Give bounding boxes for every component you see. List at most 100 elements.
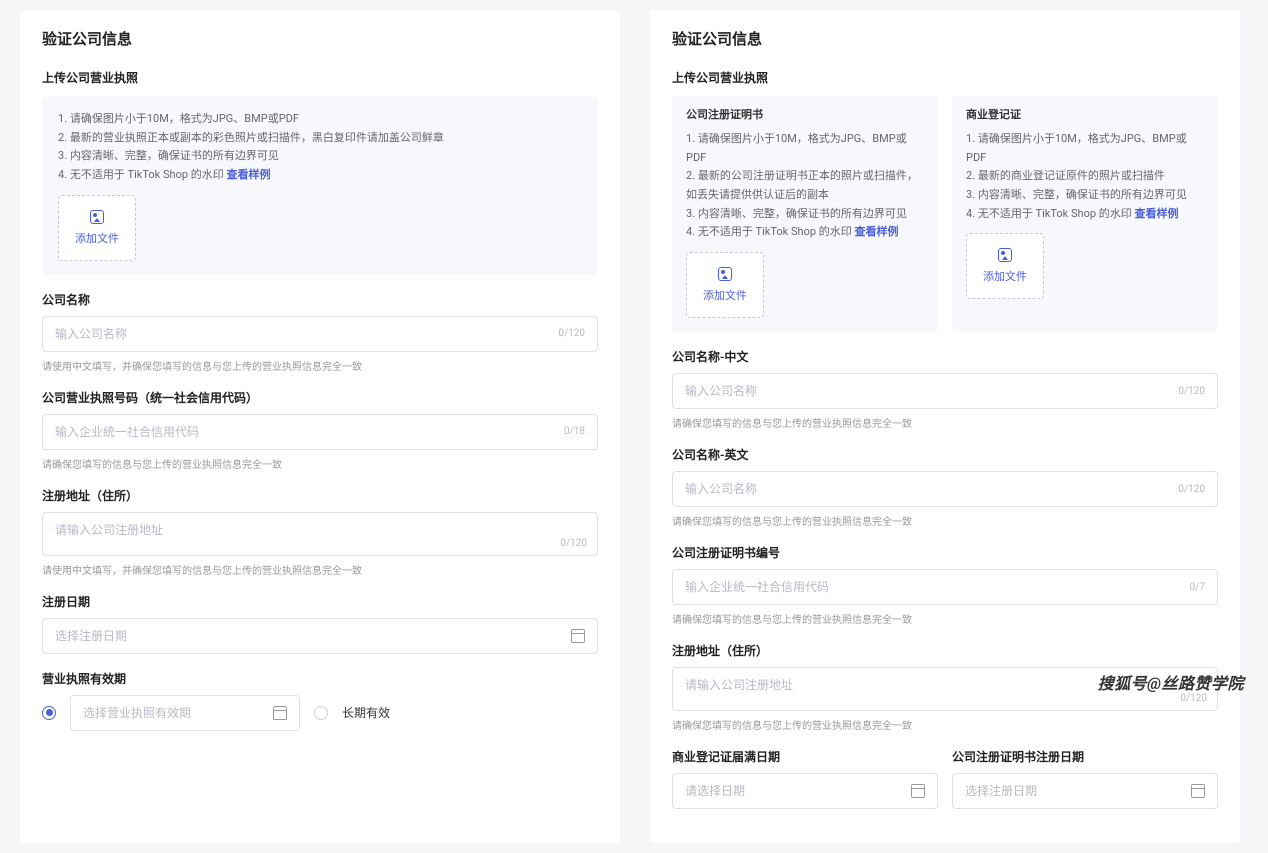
address-input-wrap[interactable]: 0/120 bbox=[42, 512, 598, 556]
upload-file-button[interactable]: 添加文件 bbox=[58, 195, 136, 261]
left-upload-title: 上传公司营业执照 bbox=[42, 69, 598, 86]
notice-item: 无不适用于 TikTok Shop 的水印 查看样例 bbox=[58, 166, 582, 185]
counter: 0/18 bbox=[564, 426, 585, 437]
license-code-field: 公司营业执照号码（统一社会信用代码） 0/18 请确保您填写的信息与您上传的营业… bbox=[42, 389, 598, 471]
counter: 0/120 bbox=[1178, 386, 1205, 397]
notice-item: 无不适用于 TikTok Shop 的水印 查看样例 bbox=[686, 223, 924, 242]
cert-box-title: 公司注册证明书 bbox=[686, 106, 924, 122]
company-name-cn-input-wrap[interactable]: 0/120 bbox=[672, 373, 1218, 409]
cert-reg-date-field: 公司注册证明书注册日期 bbox=[952, 748, 1218, 809]
biz-expiry-field: 商业登记证届满日期 bbox=[672, 748, 938, 809]
company-name-label: 公司名称 bbox=[42, 291, 598, 308]
company-name-cn-label: 公司名称-中文 bbox=[672, 348, 1218, 365]
cert-no-field: 公司注册证明书编号 0/7 请确保您填写的信息与您上传的营业执照信息完全一致 bbox=[672, 544, 1218, 626]
notice-item: 内容清晰、完整，确保证书的所有边界可见 bbox=[686, 205, 924, 224]
counter: 0/120 bbox=[558, 328, 585, 339]
cert-notice-box: 公司注册证明书 请确保图片小于10M，格式为JPG、BMP或PDF 最新的公司注… bbox=[672, 96, 938, 332]
counter: 0/120 bbox=[560, 538, 587, 549]
image-upload-icon bbox=[718, 267, 732, 281]
upload-file-button[interactable]: 添加文件 bbox=[686, 252, 764, 318]
notice-item: 最新的公司注册证明书正本的照片或扫描件，如丢失请提供供认证后的副本 bbox=[686, 167, 924, 204]
left-notice-list: 请确保图片小于10M，格式为JPG、BMP或PDF 最新的营业执照正本或副本的彩… bbox=[58, 110, 582, 185]
address-field: 注册地址（住所） 0/120 请使用中文填写，并确保您填写的信息与您上传的营业执… bbox=[42, 487, 598, 577]
reg-date-label: 注册日期 bbox=[42, 593, 598, 610]
company-name-input[interactable] bbox=[55, 327, 558, 341]
validity-date-input[interactable] bbox=[83, 706, 273, 720]
validity-permanent-label: 长期有效 bbox=[342, 704, 390, 721]
view-sample-link[interactable]: 查看样例 bbox=[1134, 207, 1178, 220]
cert-reg-date-input-wrap[interactable] bbox=[952, 773, 1218, 809]
validity-field: 营业执照有效期 长期有效 bbox=[42, 670, 598, 731]
right-panel: 验证公司信息 上传公司营业执照 公司注册证明书 请确保图片小于10M，格式为JP… bbox=[650, 10, 1240, 843]
right-upload-title: 上传公司营业执照 bbox=[672, 69, 1218, 86]
calendar-icon bbox=[911, 784, 925, 798]
left-panel: 验证公司信息 上传公司营业执照 请确保图片小于10M，格式为JPG、BMP或PD… bbox=[20, 10, 620, 843]
biz-expiry-input[interactable] bbox=[685, 784, 911, 798]
calendar-icon bbox=[571, 629, 585, 643]
left-title: 验证公司信息 bbox=[42, 28, 598, 49]
biz-notice-box: 商业登记证 请确保图片小于10M，格式为JPG、BMP或PDF 最新的商业登记证… bbox=[952, 96, 1218, 332]
upload-file-button[interactable]: 添加文件 bbox=[966, 233, 1044, 299]
reg-date-input[interactable] bbox=[55, 629, 571, 643]
notice-item: 请确保图片小于10M，格式为JPG、BMP或PDF bbox=[58, 110, 582, 129]
company-name-field: 公司名称 0/120 请使用中文填写，并确保您填写的信息与您上传的营业执照信息完… bbox=[42, 291, 598, 373]
validity-label: 营业执照有效期 bbox=[42, 670, 598, 687]
address-label: 注册地址（住所） bbox=[42, 487, 598, 504]
calendar-icon bbox=[273, 706, 287, 720]
cert-no-hint: 请确保您填写的信息与您上传的营业执照信息完全一致 bbox=[672, 611, 1218, 626]
company-name-cn-field: 公司名称-中文 0/120 请确保您填写的信息与您上传的营业执照信息完全一致 bbox=[672, 348, 1218, 430]
right-address-hint: 请确保您填写的信息与您上传的营业执照信息完全一致 bbox=[672, 717, 1218, 732]
company-name-cn-input[interactable] bbox=[685, 384, 1178, 398]
reg-date-input-wrap[interactable] bbox=[42, 618, 598, 654]
notice-item: 最新的营业执照正本或副本的彩色照片或扫描件，黑白复印件请加盖公司鲜章 bbox=[58, 129, 582, 148]
company-name-hint: 请使用中文填写，并确保您填写的信息与您上传的营业执照信息完全一致 bbox=[42, 358, 598, 373]
right-address-input[interactable] bbox=[685, 678, 1205, 692]
counter: 0/120 bbox=[1180, 693, 1207, 704]
company-name-en-input-wrap[interactable]: 0/120 bbox=[672, 471, 1218, 507]
left-notice-box: 请确保图片小于10M，格式为JPG、BMP或PDF 最新的营业执照正本或副本的彩… bbox=[42, 96, 598, 275]
company-name-input-wrap[interactable]: 0/120 bbox=[42, 316, 598, 352]
license-code-label: 公司营业执照号码（统一社会信用代码） bbox=[42, 389, 598, 406]
address-hint: 请使用中文填写，并确保您填写的信息与您上传的营业执照信息完全一致 bbox=[42, 562, 598, 577]
validity-date-radio[interactable] bbox=[42, 706, 56, 720]
biz-expiry-label: 商业登记证届满日期 bbox=[672, 748, 938, 765]
address-input[interactable] bbox=[55, 523, 585, 537]
company-name-en-field: 公司名称-英文 0/120 请确保您填写的信息与您上传的营业执照信息完全一致 bbox=[672, 446, 1218, 528]
company-name-cn-hint: 请确保您填写的信息与您上传的营业执照信息完全一致 bbox=[672, 415, 1218, 430]
company-name-en-input[interactable] bbox=[685, 482, 1178, 496]
view-sample-link[interactable]: 查看样例 bbox=[226, 168, 270, 181]
image-upload-icon bbox=[90, 210, 104, 224]
right-address-label: 注册地址（住所） bbox=[672, 642, 1218, 659]
biz-expiry-input-wrap[interactable] bbox=[672, 773, 938, 809]
validity-permanent-radio[interactable] bbox=[314, 706, 328, 720]
cert-notice-list: 请确保图片小于10M，格式为JPG、BMP或PDF 最新的公司注册证明书正本的照… bbox=[686, 130, 924, 242]
notice-item: 最新的商业登记证原件的照片或扫描件 bbox=[966, 167, 1204, 186]
company-name-en-label: 公司名称-英文 bbox=[672, 446, 1218, 463]
notice-item: 请确保图片小于10M，格式为JPG、BMP或PDF bbox=[966, 130, 1204, 167]
upload-label: 添加文件 bbox=[75, 230, 119, 246]
upload-label: 添加文件 bbox=[983, 268, 1027, 284]
view-sample-link[interactable]: 查看样例 bbox=[854, 225, 898, 238]
notice-item: 内容清晰、完整，确保证书的所有边界可见 bbox=[58, 147, 582, 166]
biz-box-title: 商业登记证 bbox=[966, 106, 1204, 122]
cert-no-input-wrap[interactable]: 0/7 bbox=[672, 569, 1218, 605]
company-name-en-hint: 请确保您填写的信息与您上传的营业执照信息完全一致 bbox=[672, 513, 1218, 528]
upload-label: 添加文件 bbox=[703, 287, 747, 303]
notice-item: 无不适用于 TikTok Shop 的水印 查看样例 bbox=[966, 205, 1204, 224]
right-address-field: 注册地址（住所） 0/120 请确保您填写的信息与您上传的营业执照信息完全一致 bbox=[672, 642, 1218, 732]
counter: 0/120 bbox=[1178, 484, 1205, 495]
cert-no-input[interactable] bbox=[685, 580, 1190, 594]
counter: 0/7 bbox=[1190, 582, 1205, 593]
license-code-hint: 请确保您填写的信息与您上传的营业执照信息完全一致 bbox=[42, 456, 598, 471]
reg-date-field: 注册日期 bbox=[42, 593, 598, 654]
right-address-input-wrap[interactable]: 0/120 bbox=[672, 667, 1218, 711]
biz-notice-list: 请确保图片小于10M，格式为JPG、BMP或PDF 最新的商业登记证原件的照片或… bbox=[966, 130, 1204, 223]
cert-reg-date-input[interactable] bbox=[965, 784, 1191, 798]
right-title: 验证公司信息 bbox=[672, 28, 1218, 49]
license-code-input[interactable] bbox=[55, 425, 564, 439]
validity-date-input-wrap[interactable] bbox=[70, 695, 300, 731]
cert-no-label: 公司注册证明书编号 bbox=[672, 544, 1218, 561]
calendar-icon bbox=[1191, 784, 1205, 798]
license-code-input-wrap[interactable]: 0/18 bbox=[42, 414, 598, 450]
notice-item: 内容清晰、完整，确保证书的所有边界可见 bbox=[966, 186, 1204, 205]
